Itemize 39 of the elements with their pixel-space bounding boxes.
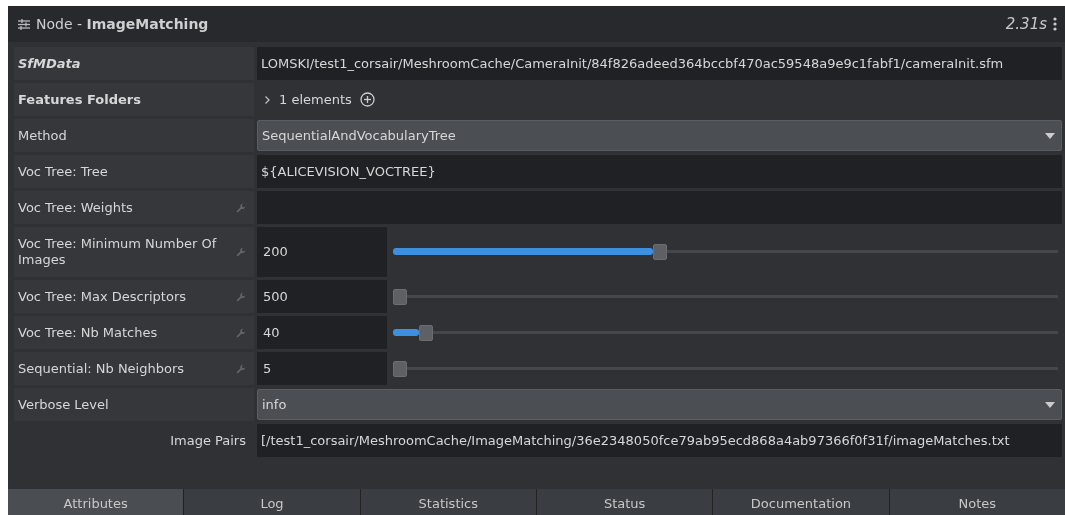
chevron-icon[interactable]: [263, 94, 271, 105]
sliders-icon: [18, 18, 30, 30]
slider-handle[interactable]: [419, 324, 434, 341]
attribute-label: Voc Tree: Weights: [18, 199, 134, 216]
tab[interactable]: Status: [537, 489, 713, 515]
dropdown[interactable]: info: [257, 389, 1062, 420]
slider-handle[interactable]: [653, 244, 668, 260]
attribute-label: Voc Tree: Tree: [18, 163, 109, 180]
number-field[interactable]: 5: [257, 352, 387, 385]
output-path-field[interactable]: [/test1_corsair/MeshroomCache/ImageMatching/36e2348050fce79ab95ecd868a4ab97366f0f31f/imageMatches.txt: [257, 424, 1062, 457]
number-field[interactable]: 200: [257, 227, 387, 277]
tab[interactable]: Notes: [889, 489, 1065, 515]
number-field[interactable]: 500: [257, 280, 387, 313]
attribute-label: Sequential: Nb Neighbors: [18, 360, 186, 377]
tab[interactable]: Statistics: [360, 489, 536, 515]
attribute-label: Image Pairs: [169, 432, 246, 449]
attribute-label: Method: [18, 127, 68, 144]
number-field[interactable]: 40: [257, 316, 387, 349]
dropdown[interactable]: SequentialAndVocabularyTree: [257, 120, 1062, 151]
attribute-label: Features Folders: [18, 91, 142, 108]
attribute-label: Voc Tree: Max Descriptors: [18, 288, 188, 305]
text-field[interactable]: ${ALICEVISION_VOCTREE}: [257, 155, 1062, 188]
tab[interactable]: Attributes: [8, 489, 184, 515]
tab[interactable]: Log: [184, 489, 360, 515]
compute-time: 2.31s: [1005, 13, 1047, 35]
attribute-label: SfMData: [18, 55, 82, 72]
element-count: 1 elements: [279, 90, 352, 109]
attribute-label: Voc Tree: Nb Matches: [18, 324, 159, 341]
tab[interactable]: Documentation: [713, 489, 889, 515]
attribute-label: Voc Tree: Minimum Number Of Images: [18, 236, 218, 268]
slider-handle[interactable]: [393, 288, 407, 305]
more-menu-icon[interactable]: [1053, 17, 1057, 31]
slider-handle[interactable]: [393, 360, 407, 377]
caret-icon: [1045, 401, 1055, 408]
attribute-label: Verbose Level: [18, 396, 110, 413]
add-icon[interactable]: [359, 92, 375, 107]
caret-icon: [1045, 132, 1055, 139]
text-field[interactable]: LOMSKI/test1_corsair/MeshroomCache/CameraInit/84f826adeed364bccbf470ac59548a9e9c1fabf1/cameraInit.sfm: [257, 47, 1062, 80]
node-title: Node - ImageMatching: [36, 14, 209, 34]
